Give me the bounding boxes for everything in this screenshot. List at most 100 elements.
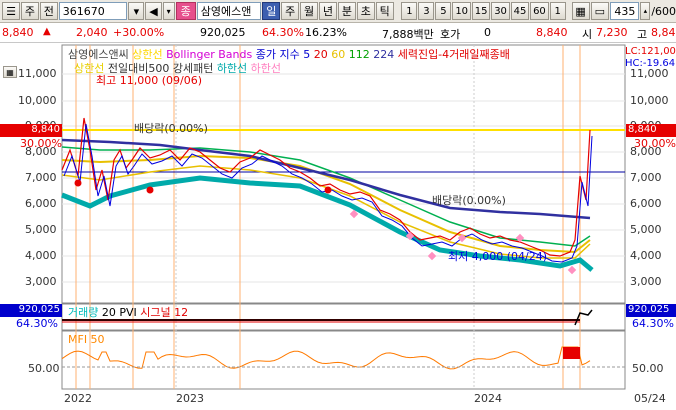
settings-icon[interactable]: ▦ [571, 2, 590, 20]
stock-chart[interactable] [0, 43, 676, 410]
right-volume-pct: 64.30% [632, 317, 674, 330]
market-toggle-button[interactable]: 전 [39, 2, 58, 20]
price-change: 2,040 [76, 26, 108, 39]
legend2-item-3[interactable]: 하한선 [251, 62, 281, 75]
dropdown-icon[interactable]: ▾ [162, 2, 175, 20]
mfi-legend: MFI 50 [68, 333, 105, 346]
left-y-tick-7: 4,000 [25, 249, 57, 262]
interval-30-button[interactable]: 30 [491, 2, 510, 20]
menu-icon[interactable]: ☰ [2, 2, 20, 20]
stock-code-input[interactable]: 361670 [58, 2, 128, 20]
right-y-tick-6: 5,000 [630, 223, 662, 236]
search-icon[interactable]: ▾ [128, 2, 145, 20]
turnover-pct: 16.23% [305, 26, 347, 39]
left-y-tick-4: 7,000 [25, 171, 57, 184]
left-y-tick-0: 11,000 [18, 67, 57, 80]
high-annotation: 최고 11,000 (09/06) [96, 74, 203, 87]
count-stepper[interactable]: ▴ [640, 2, 651, 20]
count-total: /600 [651, 4, 676, 18]
legend-item-4[interactable]: 20 [314, 48, 332, 61]
signal-dot-1 [146, 186, 154, 194]
period-month-button[interactable]: 월 [300, 2, 319, 20]
right-y-tick-1: 10,000 [630, 94, 669, 107]
market-select[interactable]: 주 [21, 2, 39, 20]
right-y-tick-4: 7,000 [630, 171, 662, 184]
stock-type-button[interactable]: 종 [175, 2, 196, 20]
open-label: 시 [582, 28, 593, 41]
current-price: 8,840 [2, 26, 34, 39]
legend-item-6[interactable]: 112 [349, 48, 374, 61]
right-header-lc: LC:121,00 [625, 46, 676, 57]
stock-name-field: 삼영에스앤 [196, 2, 262, 20]
mfi-highlight [563, 347, 580, 359]
mfi-panel-frame [61, 330, 626, 390]
volume-legend-item-3[interactable]: 시그널 12 [140, 306, 188, 319]
period-second-button[interactable]: 초 [356, 2, 375, 20]
quote-label: 호가 [440, 28, 461, 41]
low-annotation: 최저 4,000 (04/24) [448, 250, 548, 263]
price-change-pct: +30.00% [113, 26, 165, 39]
left-pct-tag: 30.00% [20, 137, 62, 150]
left-y-tick-8: 3,000 [25, 275, 57, 288]
legend-item-7[interactable]: 224 [373, 48, 398, 61]
interval-3-button[interactable]: 3 [418, 2, 435, 20]
mfi-right-tick: 50.00 [632, 362, 664, 375]
right-y-tick-8: 3,000 [630, 275, 662, 288]
mfi-left-tick: 50.00 [28, 362, 60, 375]
x-label-2023: 2023 [176, 392, 204, 405]
period-minute-button[interactable]: 분 [337, 2, 356, 20]
x-label-2022: 2022 [64, 392, 92, 405]
interval-1-button[interactable]: 1 [401, 2, 418, 20]
legend-item-5[interactable]: 60 [331, 48, 349, 61]
period-week-button[interactable]: 주 [281, 2, 300, 20]
trade-amount: 7,888백만 [382, 28, 434, 41]
volume-legend: 거래량 20 PVI 시그널 12 [68, 304, 188, 320]
signal-dot-2 [324, 186, 332, 194]
period-year-button[interactable]: 년 [319, 2, 337, 20]
left-volume-pct: 64.30% [16, 317, 58, 330]
volume-legend-item-1[interactable]: 20 [102, 306, 120, 319]
left-y-tick-6: 5,000 [25, 223, 57, 236]
right-pct-tag: 30.00% [634, 137, 676, 150]
right-y-tick-0: 11,000 [630, 67, 669, 80]
interval-10-button[interactable]: 10 [452, 2, 471, 20]
legend-item-8[interactable]: 세력진입-4거래일째종배 [398, 48, 510, 61]
period-day-button[interactable]: 일 [262, 2, 281, 20]
dividend-note-2: 배당락(0.00%) [432, 194, 506, 207]
volume-value: 920,025 [200, 26, 246, 39]
interval-5-button[interactable]: 5 [435, 2, 452, 20]
open-value: 7,230 [596, 26, 628, 39]
high-value: 8,840 [651, 26, 676, 39]
interval-60-button[interactable]: 60 [530, 2, 549, 20]
left-price-tag: 8,840 [0, 124, 62, 137]
interval-custom-button[interactable]: 1 [549, 2, 566, 20]
left-y-tick-5: 6,000 [25, 197, 57, 210]
period-tick-button[interactable]: 틱 [375, 2, 394, 20]
quote-value: 0 [484, 26, 491, 39]
interval-15-button[interactable]: 15 [471, 2, 491, 20]
high-label: 고 [637, 28, 648, 41]
chart-window: ☰ 주 전 361670 ▾ ◀ ▾ 종 삼영에스앤 일 주 월 년 분 초 틱… [0, 0, 676, 410]
right-volume-tag: 920,025 [626, 304, 676, 317]
dividend-note-1: 배당락(0.00%) [134, 122, 208, 135]
x-label-2024: 2024 [474, 392, 502, 405]
interval-45-button[interactable]: 45 [510, 2, 530, 20]
left-y-tick-1: 10,000 [18, 94, 57, 107]
right-y-tick-5: 6,000 [630, 197, 662, 210]
lock-icon[interactable]: ▭ [590, 2, 609, 20]
x-label-end: 05/24 [634, 392, 666, 405]
volume-legend-item-0[interactable]: 거래량 [68, 306, 102, 319]
left-volume-tag: 920,025 [0, 304, 62, 317]
legend2-item-2[interactable]: 하한선 [217, 62, 251, 75]
right-price-tag: 8,840 [626, 124, 676, 137]
quote-price: 8,840 [536, 26, 568, 39]
volume-pct: 64.30% [262, 26, 304, 39]
grid-toggle-icon[interactable]: ▦ [3, 66, 17, 78]
speaker-icon[interactable]: ◀ [145, 2, 162, 20]
toolbar: ☰ 주 전 361670 ▾ ◀ ▾ 종 삼영에스앤 일 주 월 년 분 초 틱… [0, 0, 676, 23]
right-y-tick-7: 4,000 [630, 249, 662, 262]
up-arrow-icon: ▲ [43, 26, 51, 37]
volume-legend-item-2[interactable]: PVI [119, 306, 140, 319]
count-input[interactable]: 435 [609, 2, 640, 20]
signal-dot-0 [74, 179, 82, 187]
